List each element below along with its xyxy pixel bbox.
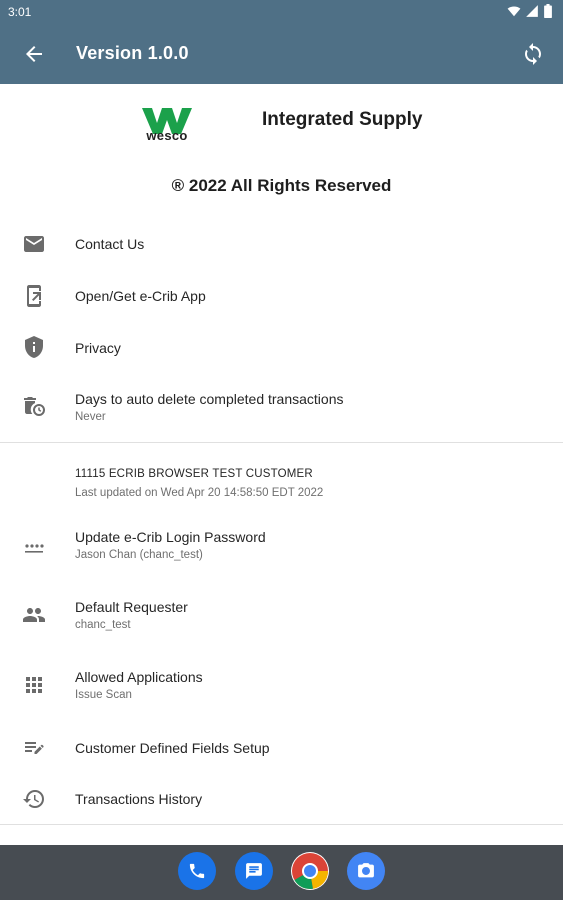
auto-delete-item[interactable]: Days to auto delete completed transactio… (0, 385, 563, 433)
logo-wordmark: wesco (146, 128, 188, 143)
customer-fields-label: Customer Defined Fields Setup (75, 740, 270, 756)
people-icon (23, 608, 45, 622)
allowed-applications-label: Allowed Applications (75, 669, 203, 685)
last-updated: Last updated on Wed Apr 20 14:58:50 EDT … (75, 487, 324, 499)
messages-icon[interactable] (235, 852, 273, 890)
section-divider (0, 442, 563, 443)
chrome-icon[interactable] (291, 852, 329, 890)
password-icon (25, 544, 44, 553)
default-requester-label: Default Requester (75, 599, 188, 615)
customer-fields-item[interactable]: Customer Defined Fields Setup (0, 732, 563, 768)
wifi-icon (507, 6, 521, 17)
status-bar: 3:01 (0, 0, 563, 24)
allowed-applications-item[interactable]: Allowed Applications Issue Scan (0, 663, 563, 711)
contact-us-item[interactable]: Contact Us (0, 228, 563, 264)
app-dock (0, 852, 563, 894)
brand-name: Integrated Supply (262, 109, 423, 130)
privacy-item[interactable]: Privacy (0, 332, 563, 368)
delete-clock-icon (24, 397, 45, 416)
phone-icon[interactable] (178, 852, 216, 890)
app-launch-icon (27, 285, 41, 307)
contact-us-label: Contact Us (75, 236, 145, 252)
auto-delete-value: Never (75, 411, 106, 423)
open-ecrib-app-label: Open/Get e-Crib App (75, 288, 206, 304)
bottom-divider (0, 824, 563, 825)
camera-icon[interactable] (347, 852, 385, 890)
open-ecrib-app-item[interactable]: Open/Get e-Crib App (0, 280, 563, 316)
apps-grid-icon (26, 677, 42, 693)
status-time: 3:01 (8, 5, 32, 19)
history-icon (23, 790, 44, 808)
arrow-back-icon[interactable] (22, 42, 46, 66)
signal-icon (526, 5, 538, 17)
sync-icon[interactable] (521, 42, 545, 66)
mail-icon (24, 236, 44, 252)
auto-delete-label: Days to auto delete completed transactio… (75, 391, 344, 407)
shield-icon (25, 336, 43, 358)
default-requester-item[interactable]: Default Requester chanc_test (0, 593, 563, 641)
transactions-history-label: Transactions History (75, 791, 203, 807)
default-requester-value: chanc_test (75, 619, 131, 631)
page-title: Version 1.0.0 (76, 43, 189, 63)
privacy-label: Privacy (75, 340, 121, 356)
update-password-item[interactable]: Update e-Crib Login Password Jason Chan … (0, 523, 563, 571)
customer-name: 11115 ECRIB BROWSER TEST CUSTOMER (75, 468, 313, 480)
allowed-applications-value: Issue Scan (75, 689, 132, 701)
transactions-history-item[interactable]: Transactions History (0, 783, 563, 819)
app-bar: Version 1.0.0 (0, 24, 563, 84)
copyright-text: ® 2022 All Rights Reserved (171, 176, 392, 195)
update-password-user: Jason Chan (chanc_test) (75, 549, 203, 561)
edit-list-icon (25, 742, 44, 754)
status-icons (507, 4, 553, 18)
battery-icon (544, 4, 552, 18)
update-password-label: Update e-Crib Login Password (75, 529, 266, 545)
